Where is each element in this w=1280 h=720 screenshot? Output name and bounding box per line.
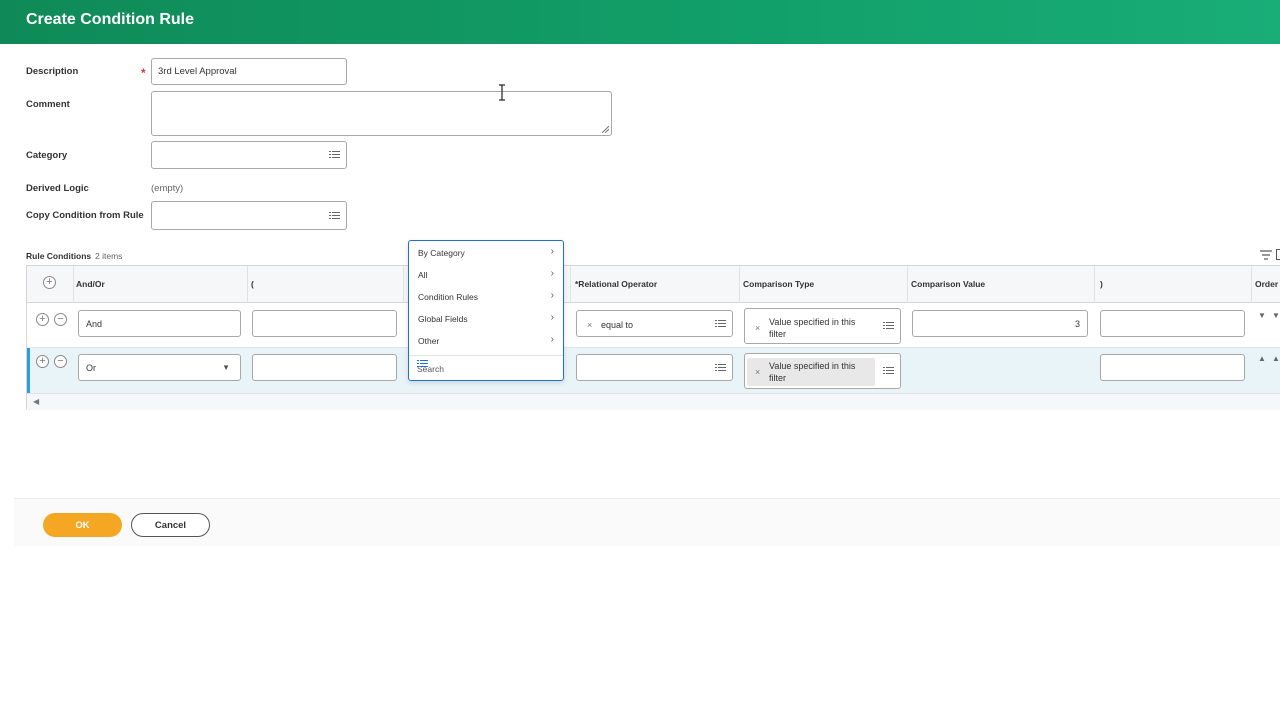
remove-row-icon[interactable]: − xyxy=(54,355,67,368)
column-header-and-or[interactable]: And/Or xyxy=(76,279,105,289)
rule-conditions-title: Rule Conditions xyxy=(26,251,92,261)
description-value: 3rd Level Approval xyxy=(158,66,237,77)
menu-item-other[interactable]: Other › xyxy=(409,329,563,351)
menu-item-all[interactable]: All › xyxy=(409,263,563,285)
close-paren-input[interactable] xyxy=(1100,354,1245,381)
add-row-icon[interactable]: + xyxy=(36,355,49,368)
category-prompt[interactable] xyxy=(151,141,347,169)
open-paren-input[interactable] xyxy=(252,310,397,337)
remove-icon[interactable]: × xyxy=(755,366,760,378)
comparison-type-prompt[interactable]: × Value specified in this filter xyxy=(744,308,901,344)
comment-textarea[interactable] xyxy=(151,91,612,136)
derived-logic-label: Derived Logic xyxy=(26,183,89,194)
menu-item-by-category[interactable]: By Category › xyxy=(409,241,563,263)
comparison-type-prompt[interactable]: × Value specified in this filter xyxy=(744,353,901,389)
grid-header: + And/Or ( *Relational Operator Comparis… xyxy=(27,266,1280,303)
derived-logic-value: (empty) xyxy=(151,183,184,194)
and-or-value: And xyxy=(86,318,103,329)
move-down-icon[interactable]: ▼ xyxy=(1258,311,1266,320)
rule-conditions-grid: + And/Or ( *Relational Operator Comparis… xyxy=(26,265,1280,410)
category-label: Category xyxy=(26,150,68,161)
filter-icon[interactable] xyxy=(1260,250,1272,260)
chevron-down-icon[interactable]: ▼ xyxy=(222,363,230,372)
column-header-comparison-value[interactable]: Comparison Value xyxy=(911,279,985,289)
comment-label: Comment xyxy=(26,99,70,110)
column-header-close-paren[interactable]: ) xyxy=(1100,279,1103,289)
relational-operator-pill[interactable]: × equal to xyxy=(579,317,637,333)
prompt-list-icon[interactable] xyxy=(329,150,340,160)
comparison-type-pill[interactable]: × Value specified in this filter xyxy=(747,358,875,386)
text-cursor-icon xyxy=(499,84,505,101)
open-paren-input[interactable] xyxy=(252,354,397,381)
move-up-icon[interactable]: ▲ xyxy=(1272,354,1280,363)
and-or-value: Or xyxy=(86,362,96,373)
comparison-type-value: Value specified in this filter xyxy=(769,317,856,339)
relational-operator-prompt[interactable] xyxy=(576,354,733,381)
move-down-icon[interactable]: ▼ xyxy=(1272,311,1280,320)
relational-operator-prompt[interactable]: × equal to xyxy=(576,310,733,337)
resize-handle-icon[interactable] xyxy=(602,126,609,133)
menu-item-condition-rules[interactable]: Condition Rules › xyxy=(409,285,563,307)
chevron-right-icon: › xyxy=(550,290,554,301)
menu-item-label: Global Fields xyxy=(418,314,468,324)
menu-item-global-fields[interactable]: Global Fields › xyxy=(409,307,563,329)
relational-operator-value: equal to xyxy=(601,320,634,330)
required-marker: * xyxy=(141,66,146,80)
close-paren-input[interactable] xyxy=(1100,310,1245,337)
chevron-right-icon: › xyxy=(550,334,554,345)
column-header-order[interactable]: Order xyxy=(1255,279,1278,289)
rule-conditions-count: 2 items xyxy=(95,251,123,261)
menu-item-label: Other xyxy=(418,336,440,346)
comparison-value: 3 xyxy=(1074,318,1080,329)
prompt-list-icon[interactable] xyxy=(329,211,340,221)
comparison-type-value: Value specified in this filter xyxy=(769,361,856,383)
menu-item-label: All xyxy=(418,270,428,280)
search-input[interactable]: Search xyxy=(409,355,563,380)
description-input[interactable]: 3rd Level Approval xyxy=(151,58,347,85)
remove-row-icon[interactable]: − xyxy=(54,313,67,326)
prompt-list-icon[interactable] xyxy=(883,321,894,331)
add-row-icon[interactable]: + xyxy=(36,313,49,326)
column-header-comparison-type[interactable]: Comparison Type xyxy=(743,279,814,289)
menu-item-label: Condition Rules xyxy=(418,292,479,302)
add-row-icon[interactable]: + xyxy=(43,276,56,289)
and-or-select[interactable]: Or ▼ xyxy=(78,354,241,381)
page-header: Create Condition Rule xyxy=(0,0,1280,44)
comparison-value-input[interactable]: 3 xyxy=(912,310,1088,337)
prompt-list-icon[interactable] xyxy=(715,319,726,329)
remove-icon[interactable]: × xyxy=(587,319,592,331)
cancel-button[interactable]: Cancel xyxy=(131,513,210,537)
copy-condition-prompt[interactable] xyxy=(151,201,347,230)
copy-condition-label: Copy Condition from Rule xyxy=(26,210,144,221)
scroll-left-icon[interactable]: ◀ xyxy=(33,397,39,406)
and-or-input[interactable]: And xyxy=(78,310,241,337)
horizontal-scrollbar[interactable]: ◀ xyxy=(27,393,1280,410)
move-up-icon[interactable]: ▲ xyxy=(1258,354,1266,363)
description-label: Description xyxy=(26,66,79,77)
menu-item-label: By Category xyxy=(418,248,465,258)
prompt-list-icon[interactable] xyxy=(883,366,894,376)
prompt-list-icon[interactable] xyxy=(417,359,428,369)
comparison-type-pill[interactable]: × Value specified in this filter xyxy=(747,314,875,342)
chevron-right-icon: › xyxy=(550,246,554,257)
column-header-relational-operator[interactable]: *Relational Operator xyxy=(575,279,657,289)
page-title: Create Condition Rule xyxy=(26,11,195,28)
table-row: + − Or ▼ × Value specified in this filte… xyxy=(27,348,1280,393)
remove-icon[interactable]: × xyxy=(755,322,760,334)
prompt-list-icon[interactable] xyxy=(715,363,726,373)
chevron-right-icon: › xyxy=(550,312,554,323)
prompt-dropdown-menu: By Category › All › Condition Rules › Gl… xyxy=(408,240,564,381)
column-settings-icon[interactable] xyxy=(1276,249,1280,260)
ok-button[interactable]: OK xyxy=(43,513,122,537)
table-row: + − And × equal to × Value specified in … xyxy=(27,303,1280,348)
column-header-open-paren[interactable]: ( xyxy=(251,279,254,289)
chevron-right-icon: › xyxy=(550,268,554,279)
